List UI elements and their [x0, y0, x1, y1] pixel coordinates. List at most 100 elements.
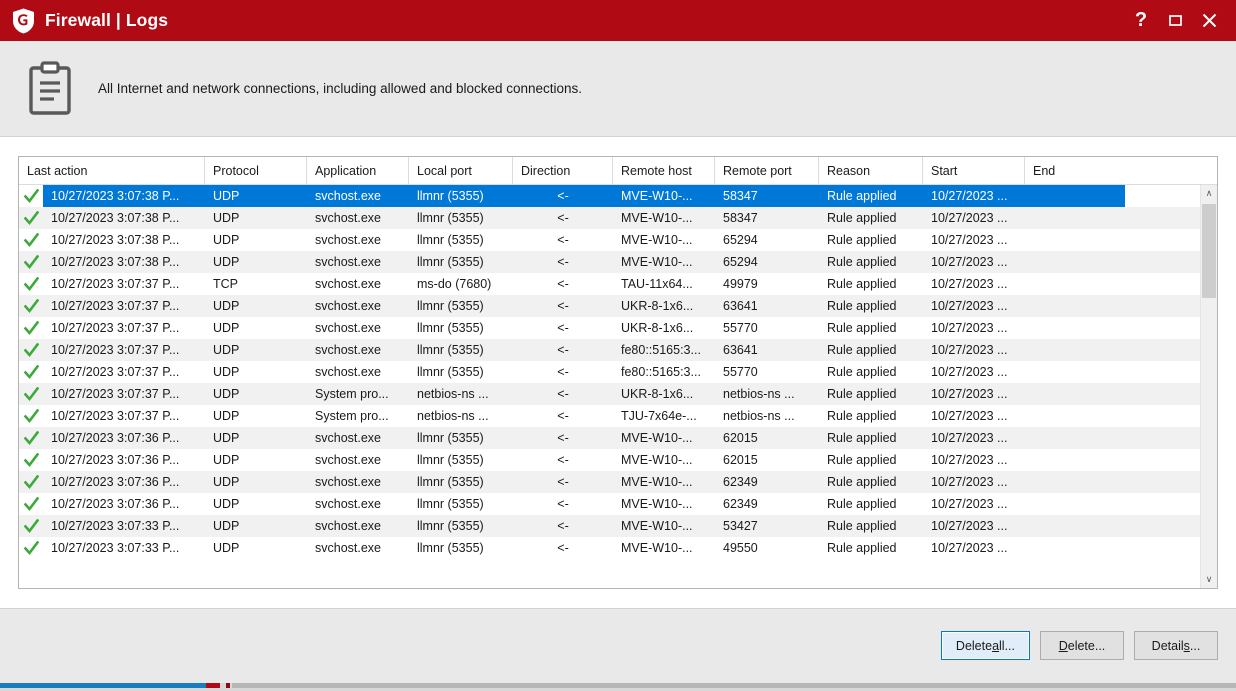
table-row[interactable]: 10/27/2023 3:07:37 P... UDP svchost.exe llm… [19, 339, 1200, 361]
cell-protocol: UDP [213, 255, 240, 269]
delete-all-button[interactable]: Delete a ll... [940, 631, 1030, 660]
cell-reason: Rule applied [827, 541, 897, 555]
allowed-check-icon [19, 452, 43, 468]
scroll-down-icon[interactable]: ∨ [1201, 571, 1217, 588]
cell-reason: Rule applied [827, 343, 897, 357]
cell-start: 10/27/2023 ... [931, 321, 1008, 335]
column-header-reason[interactable]: Reason [819, 157, 923, 184]
cell-last-action: 10/27/2023 3:07:38 P... [51, 211, 180, 225]
scrollbar-thumb[interactable] [1202, 204, 1216, 298]
maximize-icon[interactable] [1158, 4, 1192, 38]
button-label-post: elete... [1067, 638, 1106, 653]
cell-remote-port: 62349 [723, 475, 758, 489]
column-header-remote-port[interactable]: Remote port [715, 157, 819, 184]
table-row[interactable]: 10/27/2023 3:07:36 P... UDP svchost.exe llm… [19, 493, 1200, 515]
cell-remote-port: 65294 [723, 255, 758, 269]
table-row[interactable]: 10/27/2023 3:07:36 P... UDP svchost.exe llm… [19, 449, 1200, 471]
help-icon[interactable]: ? [1124, 4, 1158, 38]
cell-reason: Rule applied [827, 365, 897, 379]
cell-remote-port: 63641 [723, 299, 758, 313]
info-banner: All Internet and network connections, in… [0, 41, 1236, 137]
footer-bar: Delete a ll... Delete... Detail s... [0, 608, 1236, 683]
cell-remote-host: UKR-8-1x6... [621, 299, 694, 313]
cell-reason: Rule applied [827, 409, 897, 423]
table-row[interactable]: 10/27/2023 3:07:36 P... UDP svchost.exe llm… [19, 471, 1200, 493]
column-header-direction[interactable]: Direction [513, 157, 613, 184]
table-body[interactable]: 10/27/2023 3:07:38 P... UDP svchost.exe llm… [19, 185, 1200, 588]
cell-application: svchost.exe [315, 277, 382, 291]
table-row-cells: 10/27/2023 3:07:37 P... UDP svchost.exe llm… [43, 317, 1125, 339]
table-row[interactable]: 10/27/2023 3:07:37 P... UDP System pro... n… [19, 405, 1200, 427]
cell-remote-port: 58347 [723, 189, 758, 203]
table-row[interactable]: 10/27/2023 3:07:38 P... UDP svchost.exe llm… [19, 207, 1200, 229]
cell-local-port: llmnr (5355) [417, 321, 484, 335]
allowed-check-icon [19, 188, 43, 204]
cell-remote-host: UKR-8-1x6... [621, 387, 694, 401]
taskbar-empty-segment [232, 683, 1236, 688]
table-row[interactable]: 10/27/2023 3:07:37 P... TCP svchost.exe ms-… [19, 273, 1200, 295]
cell-remote-host: TAU-11x64... [621, 277, 693, 291]
cell-local-port: llmnr (5355) [417, 453, 484, 467]
allowed-check-icon [19, 474, 43, 490]
cell-remote-port: 62015 [723, 453, 758, 467]
button-label-pre: Delete [955, 638, 993, 653]
cell-protocol: UDP [213, 519, 240, 533]
table-row[interactable]: 10/27/2023 3:07:37 P... UDP svchost.exe llm… [19, 295, 1200, 317]
cell-protocol: UDP [213, 321, 240, 335]
cell-direction: <- [557, 541, 569, 555]
cell-last-action: 10/27/2023 3:07:36 P... [51, 475, 180, 489]
table-row-cells: 10/27/2023 3:07:33 P... UDP svchost.exe llm… [43, 537, 1125, 559]
cell-direction: <- [557, 409, 569, 423]
cell-protocol: UDP [213, 453, 240, 467]
cell-remote-port: 55770 [723, 365, 758, 379]
cell-direction: <- [557, 387, 569, 401]
table-row[interactable]: 10/27/2023 3:07:37 P... UDP System pro... n… [19, 383, 1200, 405]
column-header-protocol[interactable]: Protocol [205, 157, 307, 184]
column-header-local-port[interactable]: Local port [409, 157, 513, 184]
table-row[interactable]: 10/27/2023 3:07:37 P... UDP svchost.exe llm… [19, 361, 1200, 383]
table-row[interactable]: 10/27/2023 3:07:33 P... UDP svchost.exe llm… [19, 515, 1200, 537]
scroll-up-icon[interactable]: ∧ [1201, 185, 1217, 202]
shield-icon [13, 8, 34, 33]
table-row[interactable]: 10/27/2023 3:07:38 P... UDP svchost.exe llm… [19, 251, 1200, 273]
cell-direction: <- [557, 475, 569, 489]
cell-protocol: UDP [213, 189, 240, 203]
cell-direction: <- [557, 453, 569, 467]
column-header-end[interactable]: End [1025, 157, 1125, 184]
cell-protocol: UDP [213, 365, 240, 379]
cell-start: 10/27/2023 ... [931, 431, 1008, 445]
cell-start: 10/27/2023 ... [931, 365, 1008, 379]
logs-list-view[interactable]: Last action Protocol Application Local port… [18, 156, 1218, 589]
table-row[interactable]: 10/27/2023 3:07:36 P... UDP svchost.exe llm… [19, 427, 1200, 449]
cell-remote-host: MVE-W10-... [621, 519, 693, 533]
cell-local-port: llmnr (5355) [417, 233, 484, 247]
cell-local-port: llmnr (5355) [417, 255, 484, 269]
table-row[interactable]: 10/27/2023 3:07:38 P... UDP svchost.exe llm… [19, 185, 1200, 207]
vertical-scrollbar[interactable]: ∧ ∨ [1200, 185, 1217, 588]
cell-direction: <- [557, 299, 569, 313]
window-controls: ? [1124, 4, 1236, 38]
column-header-last-action[interactable]: Last action [19, 157, 205, 184]
column-header-application[interactable]: Application [307, 157, 409, 184]
cell-application: System pro... [315, 409, 389, 423]
cell-remote-host: MVE-W10-... [621, 497, 693, 511]
table-row[interactable]: 10/27/2023 3:07:33 P... UDP svchost.exe llm… [19, 537, 1200, 559]
cell-reason: Rule applied [827, 321, 897, 335]
table-row[interactable]: 10/27/2023 3:07:37 P... UDP svchost.exe llm… [19, 317, 1200, 339]
column-header-start[interactable]: Start [923, 157, 1025, 184]
cell-remote-port: 49550 [723, 541, 758, 555]
allowed-check-icon [19, 430, 43, 446]
close-icon[interactable] [1192, 4, 1226, 38]
cell-direction: <- [557, 431, 569, 445]
details-button[interactable]: Detail s... [1134, 631, 1218, 660]
cell-application: svchost.exe [315, 541, 382, 555]
table-row-cells: 10/27/2023 3:07:36 P... UDP svchost.exe llm… [43, 471, 1125, 493]
table-row[interactable]: 10/27/2023 3:07:38 P... UDP svchost.exe llm… [19, 229, 1200, 251]
cell-protocol: UDP [213, 343, 240, 357]
column-header-remote-host[interactable]: Remote host [613, 157, 715, 184]
cell-reason: Rule applied [827, 453, 897, 467]
delete-button[interactable]: Delete... [1040, 631, 1124, 660]
cell-start: 10/27/2023 ... [931, 387, 1008, 401]
cell-start: 10/27/2023 ... [931, 453, 1008, 467]
allowed-check-icon [19, 254, 43, 270]
